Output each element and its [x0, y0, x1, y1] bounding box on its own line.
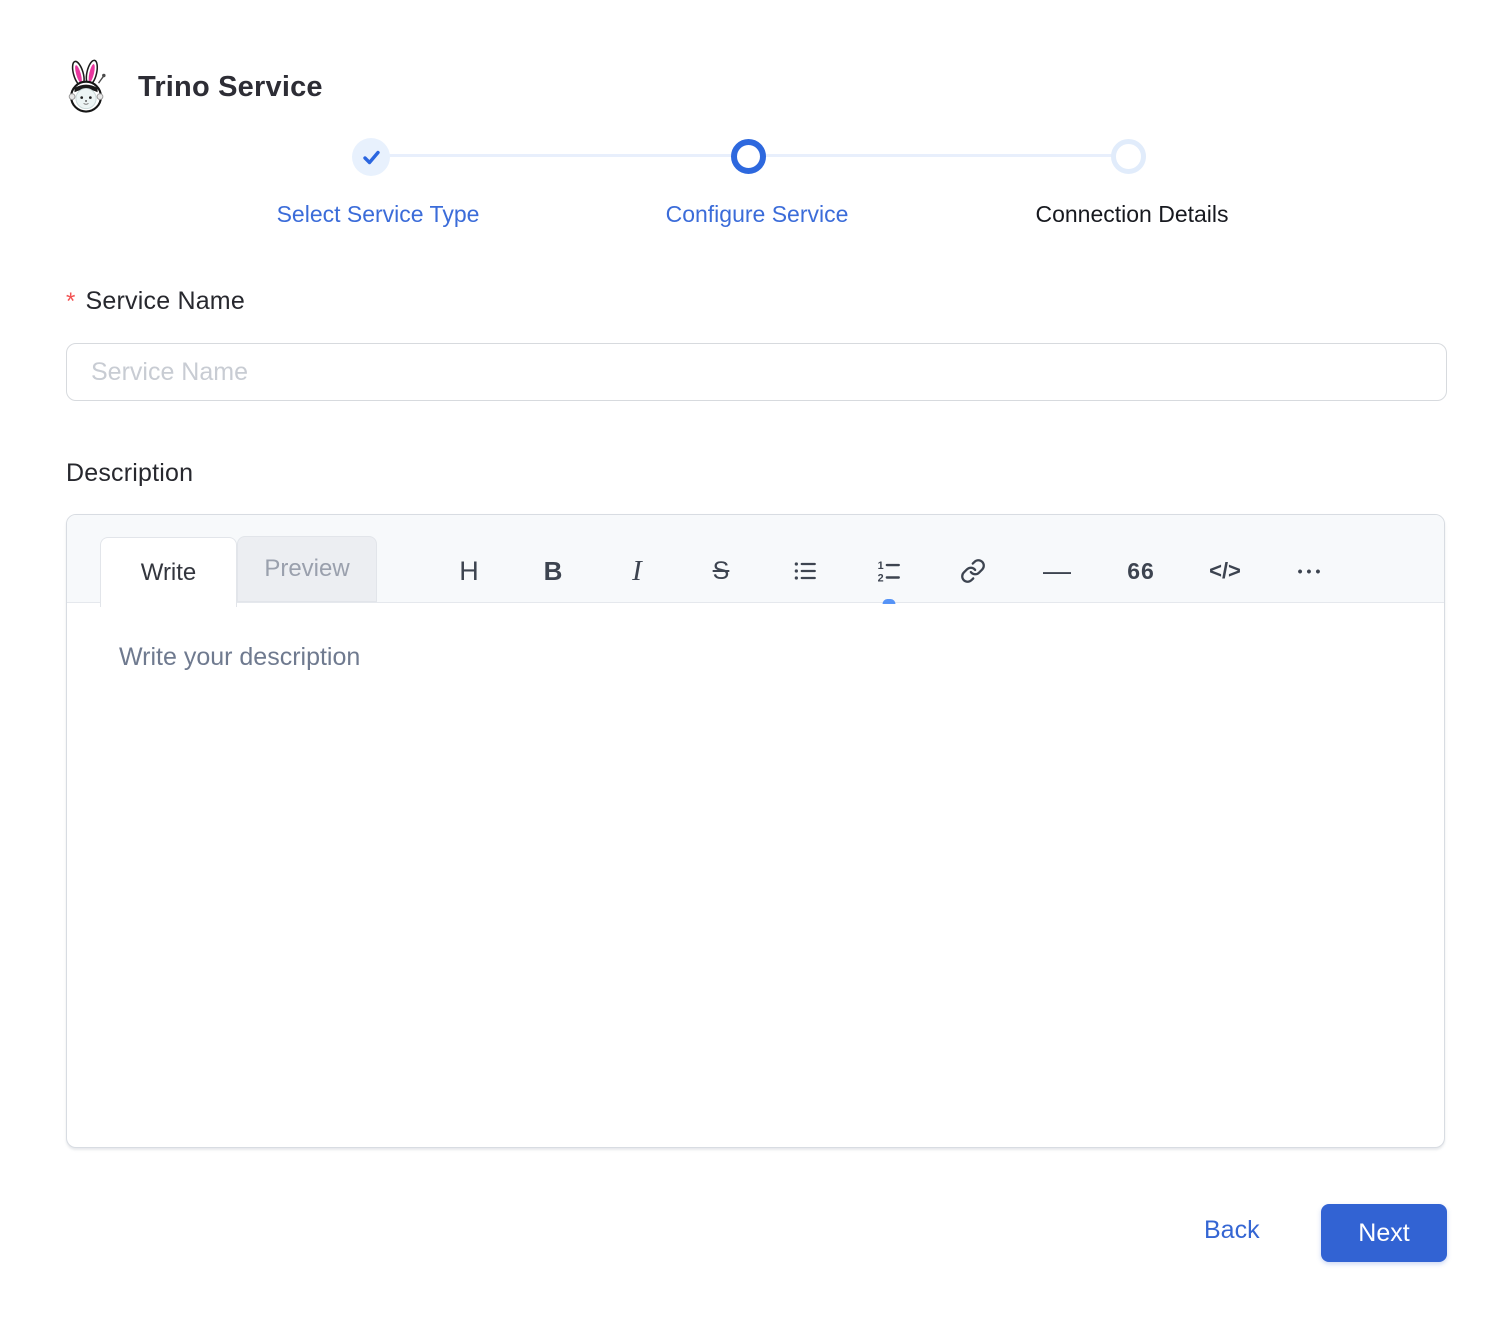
step-indicator-connection-details[interactable] [1111, 139, 1146, 174]
link-icon[interactable] [956, 554, 990, 588]
quote-icon[interactable]: 66 [1124, 554, 1158, 588]
svg-text:2: 2 [878, 572, 884, 584]
horizontal-rule-icon[interactable]: — [1040, 554, 1074, 588]
step-label-configure-service[interactable]: Configure Service [666, 201, 849, 228]
trino-bunny-logo-icon [68, 59, 106, 113]
service-name-label: * Service Name [66, 287, 245, 316]
step-label-connection-details[interactable]: Connection Details [1035, 201, 1228, 228]
service-header: Trino Service [62, 58, 323, 116]
step-label-select-service-type[interactable]: Select Service Type [277, 201, 480, 228]
tab-write[interactable]: Write [100, 537, 237, 607]
check-icon [362, 150, 380, 164]
tab-preview[interactable]: Preview [237, 536, 377, 602]
next-button[interactable]: Next [1321, 1204, 1447, 1262]
more-icon[interactable]: ••• [1292, 554, 1326, 588]
svg-text:1: 1 [878, 560, 884, 572]
description-editor: Write Preview H B I S 1 2 — 66 </> ••• W… [66, 514, 1445, 1148]
italic-icon[interactable]: I [620, 554, 654, 588]
description-textarea[interactable] [67, 603, 1444, 1148]
description-label: Description [66, 459, 194, 487]
heading-icon[interactable]: H [452, 554, 486, 588]
tooltip-arrow-artifact [882, 599, 896, 604]
wizard-stepper: Select Service Type Configure Service Co… [0, 0, 1510, 240]
service-name-input[interactable] [66, 343, 1447, 401]
required-asterisk: * [66, 288, 76, 315]
editor-header: Write Preview H B I S 1 2 — 66 </> ••• [67, 515, 1444, 607]
strikethrough-icon[interactable]: S [704, 554, 738, 588]
bullet-list-icon[interactable] [788, 554, 822, 588]
editor-body [67, 603, 1444, 1148]
service-name-label-text: Service Name [85, 287, 245, 315]
back-button[interactable]: Back [1204, 1216, 1260, 1245]
code-icon[interactable]: </> [1208, 554, 1242, 588]
numbered-list-icon[interactable]: 1 2 [872, 554, 906, 604]
step-indicator-configure-service[interactable] [731, 139, 766, 174]
editor-tabs: Write Preview [100, 536, 377, 607]
add-service-wizard-page: Trino Service Select Service Type Config… [0, 0, 1510, 1326]
editor-toolbar: H B I S 1 2 — 66 </> ••• [452, 554, 1326, 604]
stepper-connector-2 [748, 154, 1128, 157]
bold-icon[interactable]: B [536, 554, 570, 588]
page-title: Trino Service [138, 70, 323, 103]
step-indicator-select-service-type[interactable] [352, 138, 390, 176]
stepper-connector-1 [371, 154, 748, 157]
